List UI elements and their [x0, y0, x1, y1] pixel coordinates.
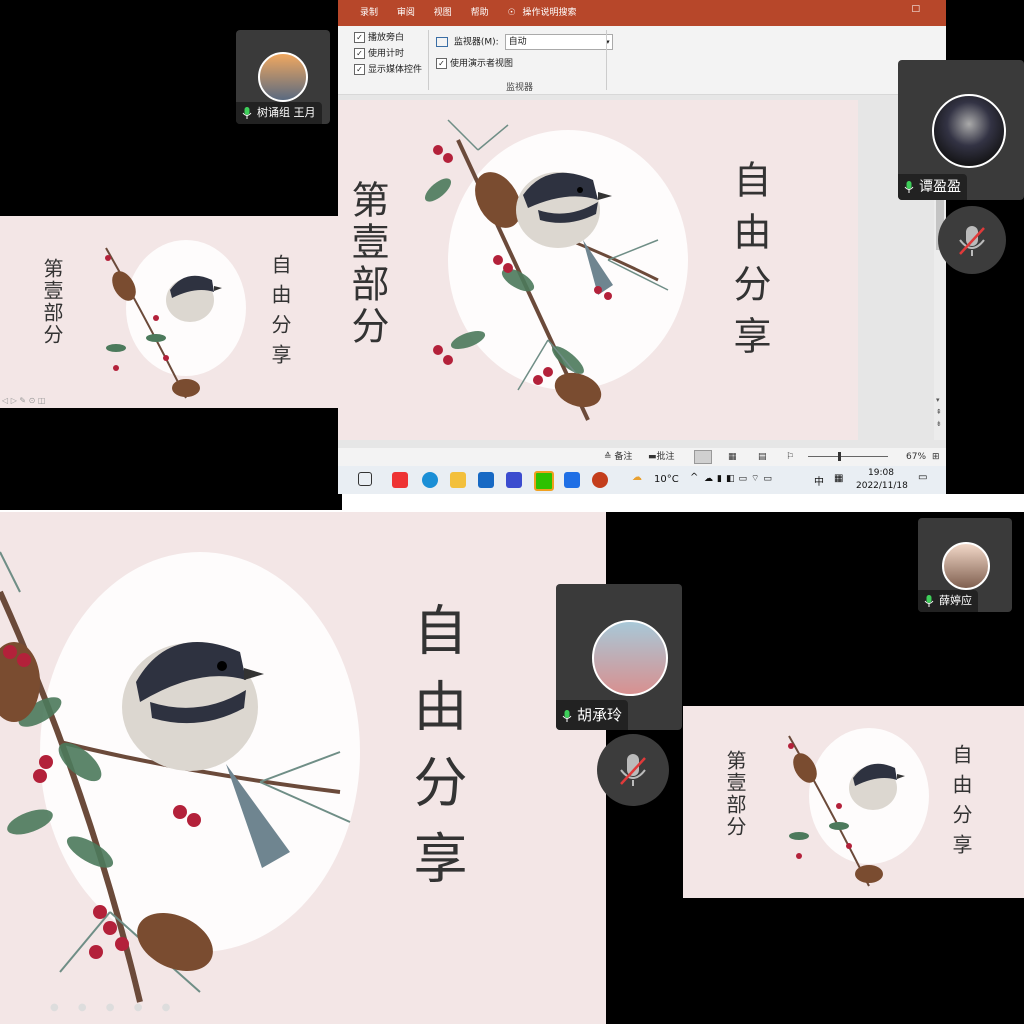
notes-icon: ≙: [604, 452, 612, 462]
mic-muted-icon: [620, 754, 646, 786]
fit-slide-icon[interactable]: ⊞: [932, 448, 940, 466]
checkbox-show-media-controls[interactable]: ✓ 显示媒体控件: [354, 62, 422, 78]
ime-indicator[interactable]: 中: [814, 473, 824, 488]
slide-right-title: 自由分享: [727, 160, 771, 368]
monitor-select[interactable]: 自动 ▾: [504, 34, 613, 50]
avatar: [942, 542, 990, 590]
bird-illustration: [105, 240, 246, 399]
microphone-icon: [904, 181, 914, 193]
wechat-icon[interactable]: [534, 471, 554, 491]
microphone-icon: [242, 107, 252, 119]
shared-slide-small-left: 第壹部分 自由分享 ◁ ▷ ✎ ⊙ ◫: [0, 216, 342, 408]
lightbulb-icon: ☉: [507, 8, 516, 18]
zoom-level[interactable]: 67%: [906, 448, 926, 466]
tab-view[interactable]: 视图: [434, 4, 452, 22]
clock-time[interactable]: 19:08: [868, 468, 894, 478]
check-icon: ✓: [354, 64, 365, 75]
powerpoint-icon[interactable]: [592, 472, 608, 488]
check-icon: ✓: [436, 58, 447, 69]
tray-chevron-icon[interactable]: ^: [690, 472, 698, 483]
tab-record[interactable]: 录制: [360, 4, 378, 22]
zoom-slider[interactable]: [808, 456, 888, 457]
edge-icon[interactable]: [422, 472, 438, 488]
app-icon[interactable]: [506, 472, 522, 488]
checkbox-use-timings[interactable]: ✓ 使用计时: [354, 46, 422, 62]
slide-right-title: 自由分享: [404, 602, 467, 906]
shared-slide-large: 自由分享 ● ● ● ● ●: [0, 512, 606, 1024]
comment-icon[interactable]: □: [911, 0, 920, 18]
avatar: [592, 620, 668, 696]
checkbox-presenter-view[interactable]: ✓ 使用演示者视图: [436, 56, 613, 72]
slideshow-button[interactable]: ⚐: [786, 448, 794, 466]
participant-tile-4[interactable]: 薛婷应: [918, 518, 1012, 612]
monitor-icon: [436, 37, 448, 47]
monitor-row: 监视器(M): 自动 ▾: [436, 34, 613, 50]
ribbon-divider: [606, 30, 607, 90]
next-slide-icon[interactable]: ⇟: [936, 420, 942, 428]
tab-help[interactable]: 帮助: [471, 4, 489, 22]
slide-left-title: 第壹部分: [723, 750, 747, 838]
notes-button[interactable]: ≙ 备注: [604, 448, 632, 466]
clock-date[interactable]: 2022/11/18: [856, 481, 908, 491]
ribbon-group-label: 监视器: [506, 83, 534, 93]
tray-icons: ☁▮◧▭⌔▭: [704, 474, 776, 484]
tab-review[interactable]: 审阅: [397, 4, 415, 22]
windows-taskbar: ☁ 10°C ^ ☁▮◧▭⌔▭ 中 ▦ 19:08 2022/11/18 ▭: [338, 466, 946, 494]
check-icon: ✓: [354, 32, 365, 43]
normal-view-button[interactable]: [694, 450, 712, 464]
slide-right-title: 自由分享: [949, 744, 973, 864]
meeting-icon[interactable]: [564, 472, 580, 488]
mic-muted-icon: [959, 226, 985, 256]
participant-tile-1[interactable]: 树诵组 王月: [236, 30, 330, 124]
mail-icon[interactable]: [478, 472, 494, 488]
avatar: [932, 94, 1006, 168]
ime-grid-icon[interactable]: ▦: [834, 473, 843, 484]
notification-icon[interactable]: ▭: [918, 472, 927, 483]
reading-view-button[interactable]: ▤: [758, 448, 767, 466]
search-help-box[interactable]: 操作说明搜索: [523, 4, 577, 22]
status-bar: ≙ 备注 ▬批注 ▦ ▤ ⚐ 67% ⊞: [338, 448, 946, 466]
participant-name: 树诵组 王月: [236, 102, 322, 124]
participant-name: 谭盈盈: [898, 174, 967, 200]
muted-mic-button[interactable]: [938, 206, 1006, 274]
screen-share-background-left: [0, 408, 342, 510]
comments-button[interactable]: ▬批注: [648, 448, 675, 466]
shared-slide-small-right: 第壹部分 自由分享: [683, 706, 1024, 898]
prev-slide-icon[interactable]: ⇞: [936, 408, 942, 416]
microphone-icon: [562, 709, 572, 722]
bird-illustration: [424, 119, 688, 421]
powerpoint-window: 录制 审阅 视图 帮助 ☉ 操作说明搜索 □ ✓ 播放旁白 ✓ 使用计时 ✓ 显示媒体…: [338, 0, 946, 494]
slide-page-dots[interactable]: ● ● ● ● ●: [50, 1002, 178, 1013]
participant-tile-2[interactable]: 谭盈盈: [898, 60, 1024, 200]
slide-right-title: 自由分享: [268, 254, 292, 374]
weather-icon[interactable]: ☁: [632, 472, 642, 483]
avatar: [258, 52, 308, 102]
participant-tile-3[interactable]: 胡承玲: [556, 584, 682, 730]
editor-slide-canvas[interactable]: 自由分享 第壹部分: [338, 100, 858, 440]
microphone-icon: [924, 595, 934, 607]
zoom-thumb[interactable]: [838, 452, 841, 461]
muted-mic-button[interactable]: [597, 734, 669, 806]
weather-temp[interactable]: 10°C: [654, 474, 679, 485]
chevron-down-icon[interactable]: ▾: [936, 396, 940, 404]
task-view-icon[interactable]: [358, 472, 372, 486]
bird-illustration: [0, 551, 360, 1003]
participant-name: 胡承玲: [556, 700, 629, 730]
checkbox-play-narration[interactable]: ✓ 播放旁白: [354, 30, 422, 46]
slide-sorter-button[interactable]: ▦: [728, 448, 737, 466]
slide-left-title: 第壹部分: [40, 258, 64, 346]
slide-control-icons[interactable]: ◁ ▷ ✎ ⊙ ◫: [2, 396, 45, 405]
ribbon-panel: ✓ 播放旁白 ✓ 使用计时 ✓ 显示媒体控件 监视器(M): 自动 ▾ ✓ 使用演示者视…: [338, 26, 946, 95]
comment-icon: ▬: [648, 452, 657, 462]
ribbon-divider: [428, 30, 429, 90]
participant-name: 薛婷应: [918, 590, 978, 612]
office-icon[interactable]: [392, 472, 408, 488]
ribbon-tab-bar: 录制 审阅 视图 帮助 ☉ 操作说明搜索 □: [338, 0, 946, 26]
check-icon: ✓: [354, 48, 365, 59]
file-explorer-icon[interactable]: [450, 472, 466, 488]
bird-illustration: [788, 728, 929, 887]
slide-left-title-partial: 第壹部分: [345, 180, 389, 348]
